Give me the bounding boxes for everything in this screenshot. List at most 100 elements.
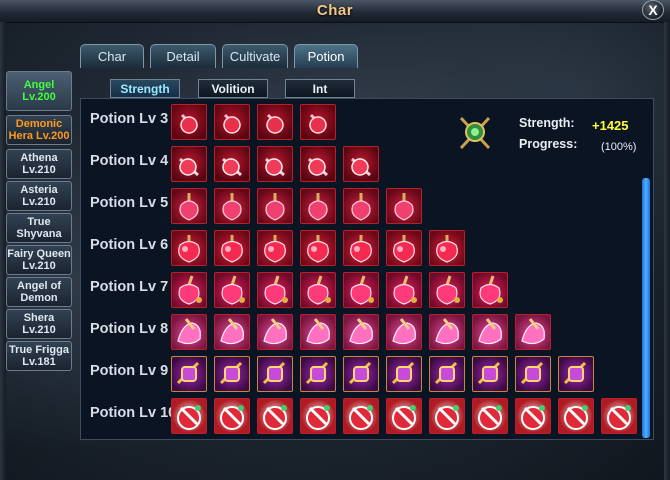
potion-slot[interactable] (386, 188, 422, 224)
subtab-strength[interactable]: Strength (110, 79, 180, 98)
tab-char[interactable]: Char (80, 44, 144, 68)
potion-slot[interactable] (558, 356, 594, 392)
potion-slot[interactable] (515, 398, 551, 434)
tab-detail[interactable]: Detail (150, 44, 216, 68)
scrollbar-thumb[interactable] (642, 178, 650, 438)
potion-slot[interactable] (386, 272, 422, 308)
potion-slot[interactable] (214, 188, 250, 224)
window-title: Char (316, 2, 354, 19)
potion-icon (265, 157, 285, 177)
char-item-demonic-hera[interactable]: Demonic Hera Lv.200 (6, 115, 72, 145)
potion-slot[interactable] (171, 314, 207, 350)
potion-slot[interactable] (171, 272, 207, 308)
potion-slot[interactable] (343, 188, 379, 224)
potion-slot[interactable] (300, 104, 336, 140)
potion-slot[interactable] (171, 230, 207, 266)
potion-slot[interactable] (214, 398, 250, 434)
potion-icon (220, 405, 244, 430)
char-item-asteria[interactable]: Asteria Lv.210 (6, 181, 72, 211)
potion-slot[interactable] (343, 146, 379, 182)
potion-slot[interactable] (257, 188, 293, 224)
potion-slot[interactable] (429, 230, 465, 266)
char-level: Lv.210 (22, 324, 56, 336)
char-level: Lv.181 (22, 356, 56, 368)
potion-slot[interactable] (343, 314, 379, 350)
potion-icon (177, 318, 201, 345)
potion-slot[interactable] (429, 356, 465, 392)
potion-slot[interactable] (171, 356, 207, 392)
potion-slot[interactable] (214, 104, 250, 140)
potion-slot[interactable] (214, 272, 250, 308)
tab-cultivate[interactable]: Cultivate (222, 44, 288, 68)
potion-slot[interactable] (257, 104, 293, 140)
potion-slot[interactable] (386, 356, 422, 392)
potion-slot[interactable] (343, 272, 379, 308)
char-name: Asteria (20, 184, 58, 196)
potion-slot[interactable] (343, 356, 379, 392)
potion-slot[interactable] (300, 356, 336, 392)
strength-value: +1425 (592, 118, 629, 133)
potion-slot[interactable] (257, 314, 293, 350)
potion-slot[interactable] (257, 398, 293, 434)
potion-slot[interactable] (257, 146, 293, 182)
potion-slot[interactable] (429, 398, 465, 434)
char-name: Fairy Queen (7, 248, 71, 260)
potion-slot[interactable] (386, 314, 422, 350)
potion-slot[interactable] (257, 272, 293, 308)
char-item-fairy-queen[interactable]: Fairy Queen Lv.210 (6, 245, 72, 275)
potion-slot[interactable] (386, 230, 422, 266)
potion-slot[interactable] (300, 146, 336, 182)
char-item-angel[interactable]: Angel Lv.200 (6, 71, 72, 111)
char-item-true-frigga[interactable]: True Frigga Lv.181 (6, 341, 72, 371)
potion-slot[interactable] (300, 398, 336, 434)
potion-slot[interactable] (171, 146, 207, 182)
potion-slot[interactable] (386, 398, 422, 434)
char-name: True Frigga (9, 344, 69, 356)
row-label-potion-lv9: Potion Lv 9 (90, 363, 169, 379)
char-item-shera[interactable]: Shera Lv.210 (6, 309, 72, 339)
potion-slot[interactable] (515, 356, 551, 392)
potion-slot[interactable] (343, 398, 379, 434)
potion-slot[interactable] (257, 356, 293, 392)
potion-icon (305, 361, 329, 385)
potion-slot[interactable] (472, 314, 508, 350)
window-frame-right (664, 22, 670, 480)
potion-icon (219, 361, 243, 385)
potion-slot[interactable] (300, 314, 336, 350)
potion-icon (607, 405, 631, 430)
char-item-true-shyvana[interactable]: True Shyvana (6, 213, 72, 243)
potion-icon (308, 193, 328, 221)
potion-icon (264, 235, 286, 263)
potion-slot[interactable] (214, 146, 250, 182)
subtab-volition[interactable]: Volition (198, 79, 268, 98)
char-name: Angel (23, 79, 55, 91)
potion-slot[interactable] (257, 230, 293, 266)
potion-slot[interactable] (343, 230, 379, 266)
potion-slot[interactable] (300, 230, 336, 266)
potion-slot[interactable] (171, 188, 207, 224)
char-item-athena[interactable]: Athena Lv.210 (6, 149, 72, 179)
potion-slot[interactable] (214, 314, 250, 350)
potion-slot[interactable] (558, 398, 594, 434)
potion-slot[interactable] (429, 314, 465, 350)
row-label-potion-lv10: Potion Lv 10 (90, 405, 177, 421)
potion-slot[interactable] (171, 398, 207, 434)
potion-slot[interactable] (472, 356, 508, 392)
row-label-potion-lv6: Potion Lv 6 (90, 237, 169, 253)
tab-potion[interactable]: Potion (294, 44, 358, 68)
potion-slot[interactable] (601, 398, 637, 434)
potion-slot[interactable] (214, 230, 250, 266)
char-name: Angel of (17, 280, 61, 292)
char-name: Athena (20, 152, 58, 164)
potion-slot[interactable] (515, 314, 551, 350)
potion-slot[interactable] (429, 272, 465, 308)
potion-slot[interactable] (300, 272, 336, 308)
potion-slot[interactable] (214, 356, 250, 392)
potion-slot[interactable] (171, 104, 207, 140)
potion-slot[interactable] (472, 398, 508, 434)
char-item-angel-of-demon[interactable]: Angel of Demon (6, 277, 72, 307)
potion-slot[interactable] (300, 188, 336, 224)
subtab-int[interactable]: Int (285, 79, 355, 98)
close-button[interactable]: X (642, 0, 664, 20)
potion-slot[interactable] (472, 272, 508, 308)
